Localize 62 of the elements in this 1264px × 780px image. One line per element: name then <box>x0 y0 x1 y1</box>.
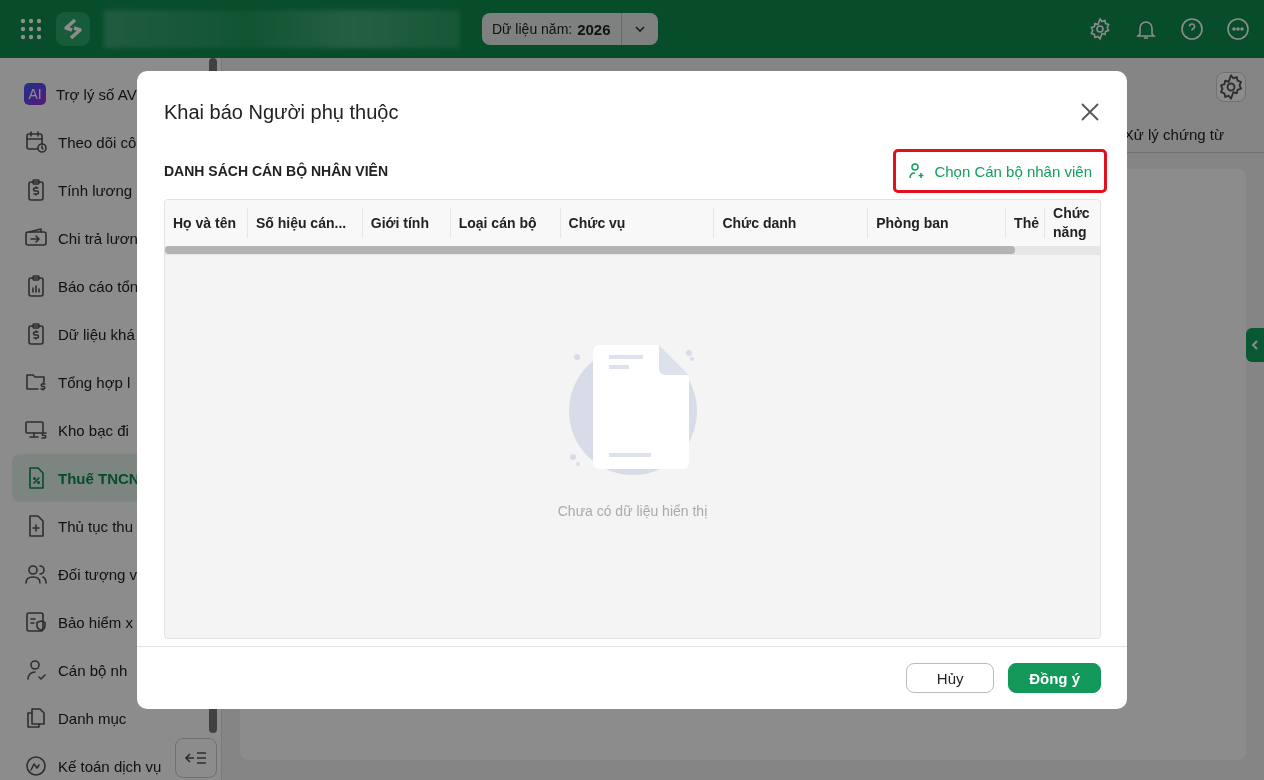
sidebar-item[interactable]: Danh mục <box>12 694 173 742</box>
monitor-dollar-icon <box>24 418 48 442</box>
year-label: Dữ liệu năm: <box>492 21 573 37</box>
collapse-icon <box>185 750 207 766</box>
calendar-clock-icon <box>24 130 48 154</box>
person-check-icon <box>24 658 48 682</box>
help-icon[interactable] <box>1180 17 1204 41</box>
choose-employee-button[interactable]: Chọn Cán bộ nhân viên <box>904 158 1096 184</box>
column-header: Chức danh <box>714 208 869 238</box>
column-header: Số hiệu cán... <box>247 208 363 238</box>
close-button[interactable] <box>1079 101 1101 123</box>
sidebar-label: Chi trả lươn <box>58 229 138 247</box>
sidebar-label: Kho bạc đi <box>58 421 129 439</box>
column-header: Chức vụ <box>560 208 715 238</box>
sidebar-label: Kế toán dịch vụ <box>58 757 162 775</box>
sidebar-label: Bảo hiểm x <box>58 613 134 631</box>
column-header: Loại cán bộ <box>450 208 561 238</box>
more-icon[interactable] <box>1226 17 1250 41</box>
cancel-button[interactable]: Hủy <box>906 663 995 693</box>
sidebar-label: Danh mục <box>58 709 127 727</box>
section-title: DANH SÁCH CÁN BỘ NHÂN VIÊN <box>164 163 388 179</box>
collapse-sidebar-button[interactable] <box>175 738 217 778</box>
column-header: Họ và tên <box>165 208 248 238</box>
year-value: 2026 <box>577 20 611 38</box>
sidebar-item[interactable]: Đối tượng v <box>12 550 173 598</box>
sidebar-label: Dữ liệu khá <box>58 325 135 343</box>
sidebar-item[interactable]: Kế toán dịch vụ <box>12 742 173 780</box>
sidebar-item[interactable]: Tổng hợp l <box>12 358 173 406</box>
column-header: Giới tính <box>362 208 451 238</box>
ai-badge-icon: AI <box>24 83 46 105</box>
column-header: Thẻ <box>1006 208 1046 238</box>
expand-panel-button[interactable] <box>1246 328 1264 362</box>
settings-button[interactable] <box>1216 72 1246 102</box>
sidebar-label: Đối tượng v <box>58 565 138 583</box>
sidebar-label: Tổng hợp l <box>58 373 131 391</box>
sidebar-item[interactable]: Cán bộ nh <box>12 646 173 694</box>
sidebar-item[interactable]: Báo cáo tổn <box>12 262 173 310</box>
sidebar-label: Cán bộ nh <box>58 661 128 679</box>
logo-icon[interactable] <box>56 12 90 46</box>
apps-grid-icon[interactable] <box>20 18 42 40</box>
chevron-left-icon <box>1250 339 1260 351</box>
confirm-button[interactable]: Đồng ý <box>1008 663 1101 693</box>
scrollbar-thumb[interactable] <box>165 246 1015 254</box>
sidebar-label: Trợ lý số AV <box>56 85 137 103</box>
sidebar-item[interactable]: Thủ tục thu <box>12 502 173 550</box>
column-header: Chức năng <box>1052 204 1091 242</box>
column-header: Phòng ban <box>868 208 1007 238</box>
sidebar-item[interactable]: Bảo hiểm x <box>12 598 173 646</box>
empty-message: Chưa có dữ liệu hiển thị <box>557 502 708 519</box>
settings-icon[interactable] <box>1088 17 1112 41</box>
sidebar-label: Thủ tục thu <box>58 517 134 535</box>
sidebar-label: Theo dõi cô <box>58 133 137 151</box>
add-person-icon <box>908 162 927 180</box>
chart-circle-icon <box>24 754 48 778</box>
shield-list-icon <box>24 610 48 634</box>
sidebar-item[interactable]: Dữ liệu khá <box>12 310 173 358</box>
people-icon <box>24 562 48 586</box>
sidebar-label: Báo cáo tổn <box>58 277 139 295</box>
copy-icon <box>24 706 48 730</box>
year-selector[interactable]: Dữ liệu năm: 2026 <box>482 13 658 45</box>
sidebar-item[interactable]: Kho bạc đi <box>12 406 173 454</box>
sidebar-label: Tính lương <box>58 181 133 199</box>
